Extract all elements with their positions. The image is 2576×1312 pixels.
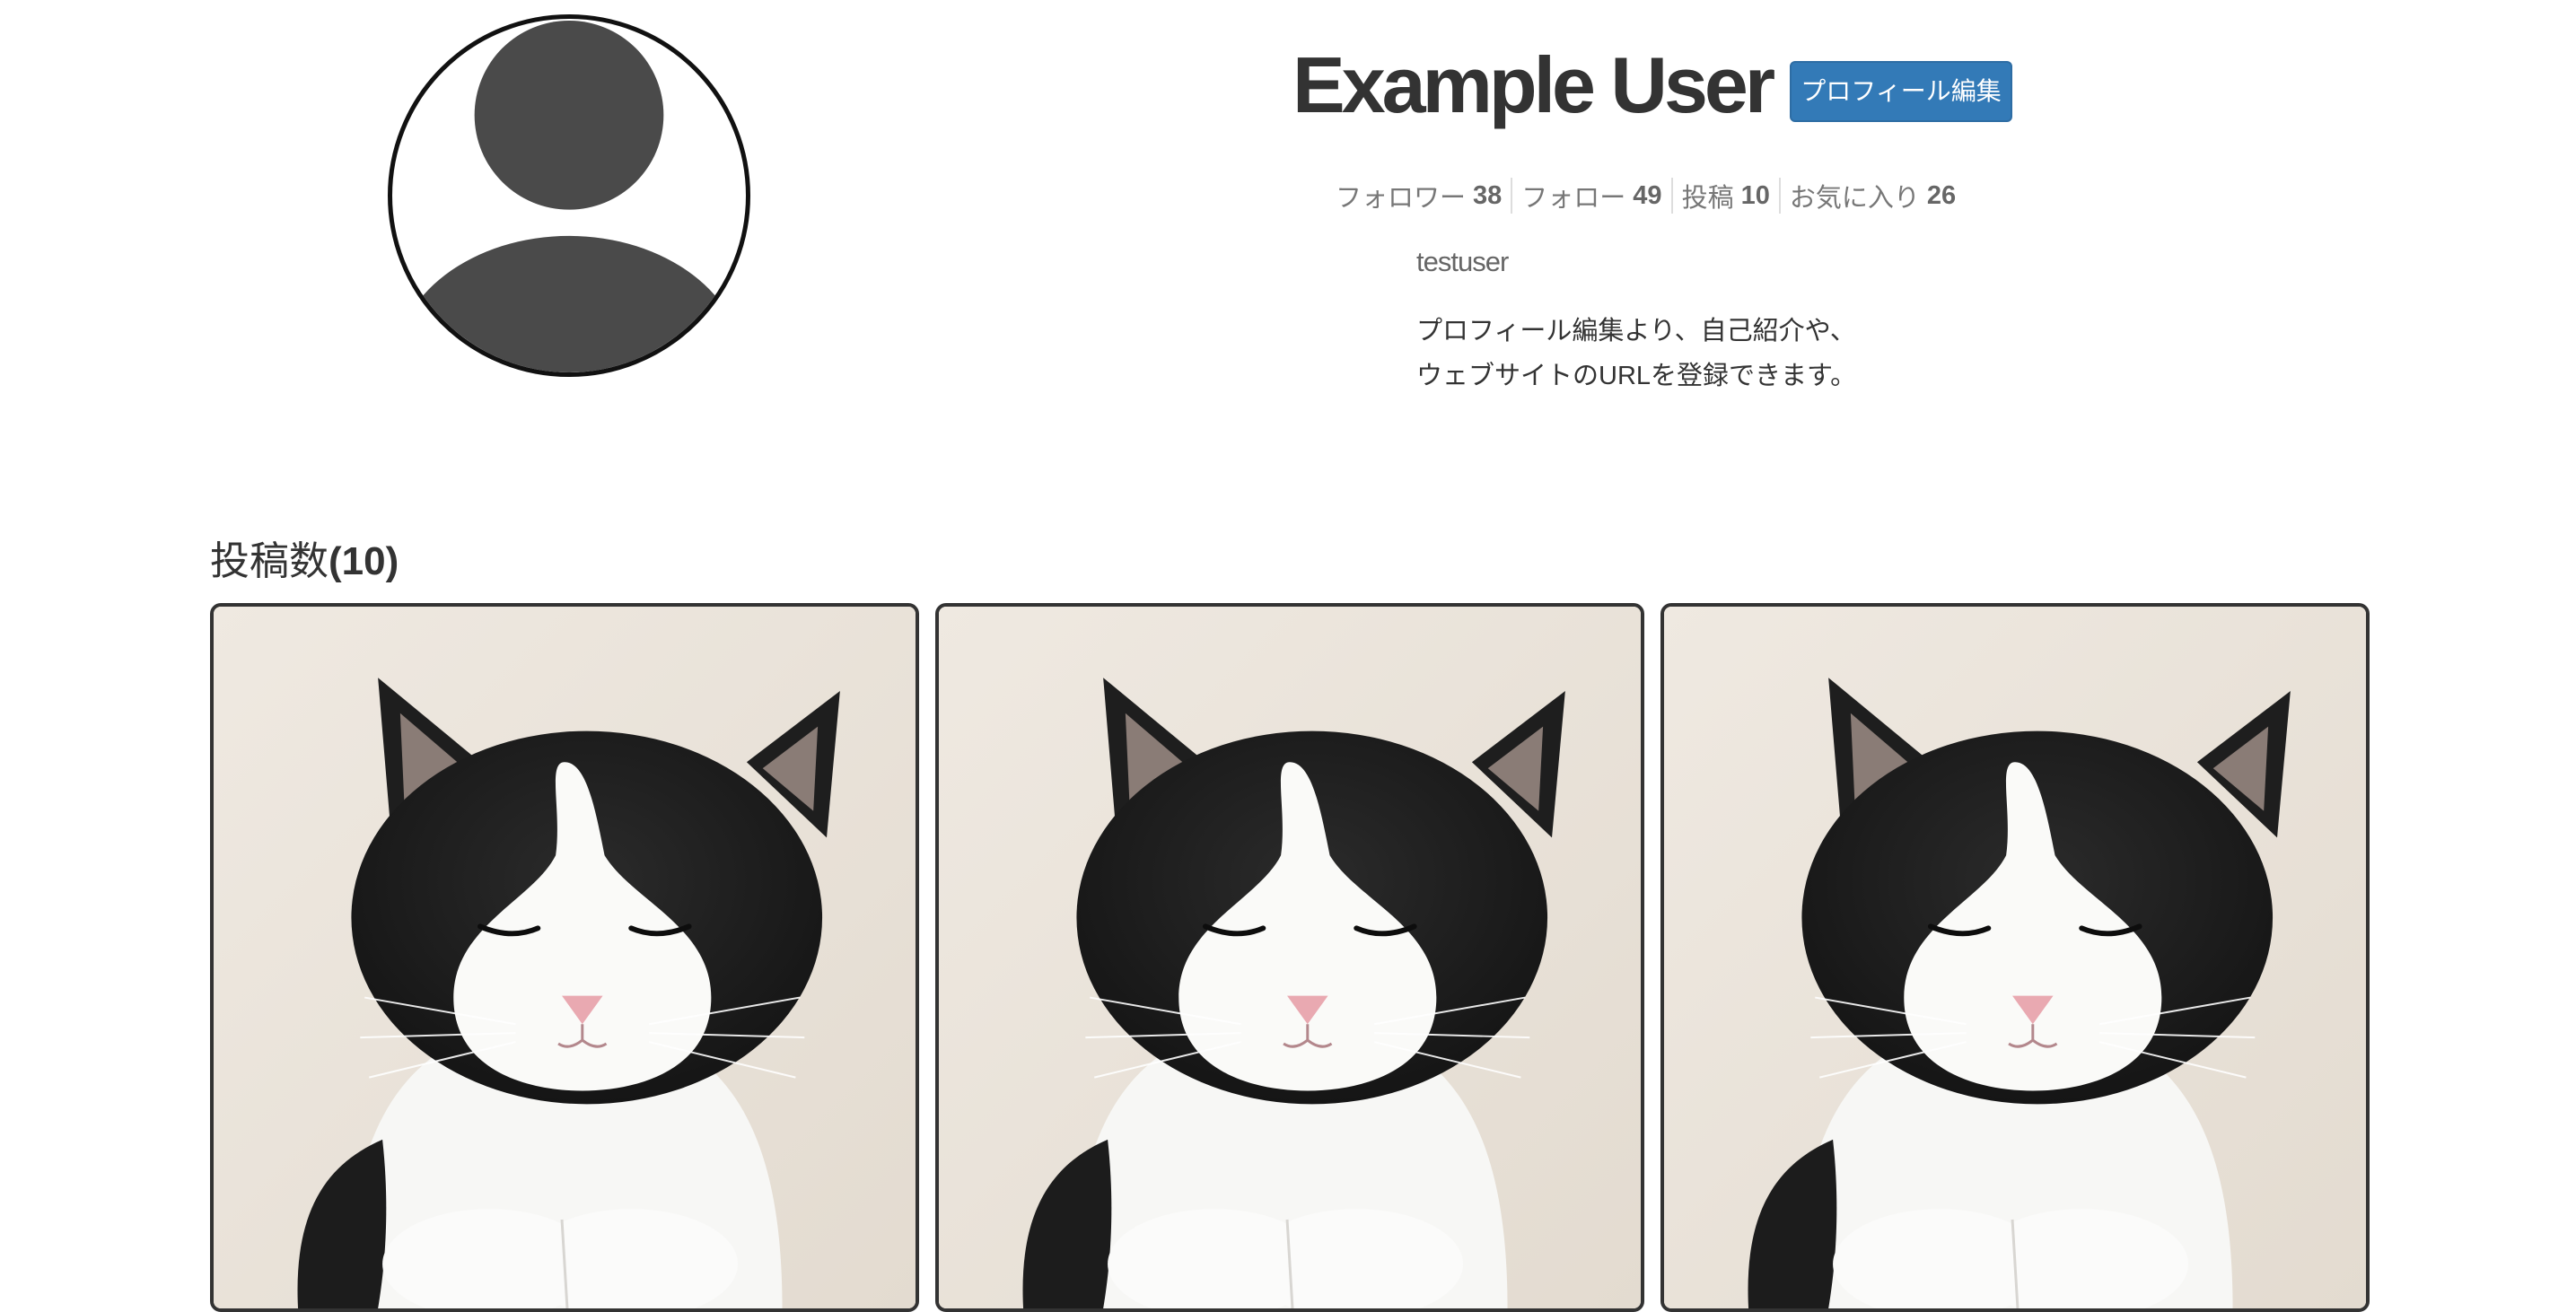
stat-count: 10 bbox=[1740, 180, 1770, 210]
avatar bbox=[388, 14, 750, 377]
posts-heading: 投稿数(10) bbox=[210, 535, 399, 589]
bio-line: プロフィール編集より、自己紹介や、 bbox=[1416, 317, 1856, 345]
profile-bio: プロフィール編集より、自己紹介や、 ウェブサイトのURLを登録できます。 bbox=[1416, 309, 1856, 398]
profile-stats: フォロワー 38 フォロー 49 投稿 10 お気に入り 26 bbox=[1336, 176, 1965, 215]
stat-favorites[interactable]: お気に入り 26 bbox=[1778, 178, 1965, 214]
posts-heading-count: (10) bbox=[329, 539, 399, 583]
stat-label: フォロワー bbox=[1336, 184, 1467, 213]
stat-label: フォロー bbox=[1521, 184, 1626, 213]
default-user-icon bbox=[394, 20, 744, 372]
stat-count: 26 bbox=[1926, 180, 1957, 210]
profile-handle: testuser bbox=[1416, 246, 1509, 277]
post-thumbnail[interactable] bbox=[935, 603, 1644, 1312]
stat-posts[interactable]: 投稿 10 bbox=[1670, 178, 1779, 214]
bio-line: ウェブサイトのURLを登録できます。 bbox=[1416, 362, 1857, 390]
posts-heading-label: 投稿数 bbox=[210, 539, 329, 583]
stat-label: お気に入り bbox=[1789, 184, 1920, 213]
profile-name: Example User bbox=[1292, 40, 1775, 129]
stat-label: 投稿 bbox=[1681, 184, 1734, 213]
cat-photo bbox=[1664, 607, 2366, 1308]
cat-photo bbox=[214, 607, 916, 1308]
cat-photo bbox=[939, 607, 1641, 1308]
stat-count: 38 bbox=[1473, 180, 1503, 210]
stat-followers[interactable]: フォロワー 38 bbox=[1336, 178, 1511, 214]
stat-count: 49 bbox=[1633, 180, 1662, 210]
post-thumbnail[interactable] bbox=[210, 603, 919, 1312]
stat-following[interactable]: フォロー 49 bbox=[1511, 178, 1670, 214]
posts-grid bbox=[210, 603, 2370, 1312]
edit-profile-button[interactable]: プロフィール編集 bbox=[1790, 61, 2012, 122]
post-thumbnail[interactable] bbox=[1660, 603, 2370, 1312]
